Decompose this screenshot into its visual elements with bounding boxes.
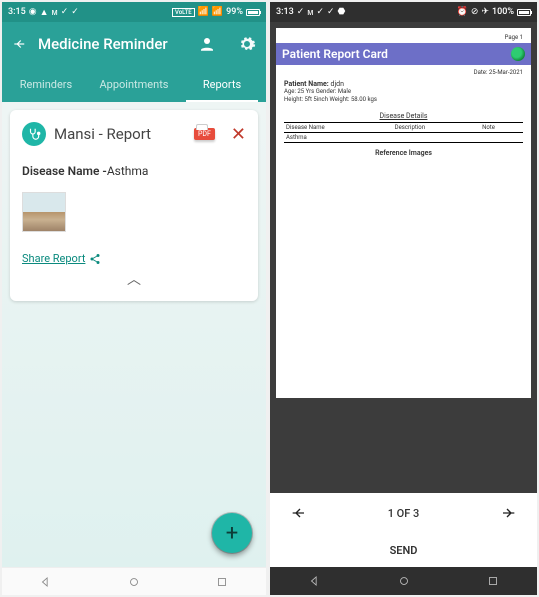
- settings-icon[interactable]: [238, 35, 256, 53]
- location-icon: ⬣: [338, 7, 346, 17]
- stethoscope-icon: [22, 122, 46, 146]
- image-thumbnail[interactable]: [22, 192, 66, 232]
- status-bar-right: 3:13 ✓ ᴍ ✓ ✓ ⬣ ⏰ ⊘ ✈ 100%: [270, 2, 537, 22]
- globe-icon: [511, 47, 525, 61]
- nav-home-icon[interactable]: [127, 575, 141, 589]
- dnd-icon: ⊘: [471, 7, 479, 17]
- nav-bar-left: [2, 567, 266, 595]
- nav-bar-right: [270, 567, 537, 595]
- check-icon: ✓: [327, 7, 335, 17]
- pdf-icon[interactable]: PDF: [194, 128, 215, 140]
- m-icon: ᴍ: [52, 7, 58, 18]
- location-icon: ◉: [29, 7, 37, 17]
- pdf-viewer[interactable]: Page 1 Patient Report Card Date: 25-Mar-…: [270, 22, 537, 493]
- nav-home-icon[interactable]: [397, 574, 411, 588]
- battery-pct: 99%: [226, 7, 243, 17]
- report-date: Date: 25-Mar-2021: [284, 69, 523, 76]
- tab-appointments[interactable]: Appointments: [90, 66, 178, 102]
- tab-bar: Reminders Appointments Reports: [2, 66, 266, 102]
- battery-icon: [517, 9, 531, 16]
- page-indicator: 1 OF 3: [388, 507, 420, 520]
- check-icon: ✓: [297, 7, 305, 17]
- add-button[interactable]: +: [212, 513, 252, 553]
- send-button[interactable]: SEND: [270, 533, 537, 567]
- close-icon[interactable]: ✕: [231, 124, 246, 145]
- report-header: Patient Report Card: [276, 43, 531, 65]
- alarm-icon: ⏰: [457, 7, 468, 17]
- disease-table: Disease NameDescriptionNote Asthma: [284, 122, 523, 143]
- app-title: Medicine Reminder: [38, 35, 186, 53]
- status-bar-left: 3:15 ◉ ▲ ᴍ ✓ ✓ VoLTE 📶 📶 99%: [2, 2, 266, 22]
- tab-reminders[interactable]: Reminders: [2, 66, 90, 102]
- ref-images-title: Reference Images: [284, 149, 523, 157]
- report-card: Mansi - Report PDF ✕ Disease Name -Asthm…: [10, 110, 258, 301]
- status-time: 3:13: [276, 7, 294, 17]
- share-label: Share Report: [22, 252, 85, 265]
- nav-back-icon[interactable]: [39, 575, 53, 589]
- share-icon: [89, 253, 101, 265]
- check-icon: ✓: [71, 7, 79, 17]
- disease-label: Disease Name -: [22, 164, 107, 178]
- collapse-icon[interactable]: ︿: [22, 269, 246, 289]
- check-icon: ✓: [316, 7, 324, 17]
- volte-badge: VoLTE: [172, 8, 195, 17]
- back-icon[interactable]: [12, 37, 26, 51]
- share-report-link[interactable]: Share Report: [22, 252, 246, 265]
- tab-reports[interactable]: Reports: [178, 66, 266, 102]
- patient-info: Age: 25 Yrs Gender: Male Height: 5ft 5in…: [284, 88, 523, 104]
- signal-icon: 📶: [212, 7, 223, 17]
- card-title: Mansi - Report: [54, 125, 186, 143]
- patient-name: Patient Name: djdn: [284, 80, 523, 88]
- app-bar: Medicine Reminder: [2, 22, 266, 66]
- airplane-icon: ✈: [481, 7, 489, 17]
- battery-pct: 100%: [492, 7, 514, 17]
- m-icon: ᴍ: [307, 7, 313, 18]
- status-time: 3:15: [8, 7, 26, 17]
- disease-value: Asthma: [107, 164, 149, 178]
- section-title: Disease Details: [284, 112, 523, 120]
- disease-row: Disease Name -Asthma: [22, 164, 246, 178]
- nav-back-icon[interactable]: [308, 574, 322, 588]
- nav-recent-icon[interactable]: [215, 575, 229, 589]
- pager-bar: 1 OF 3: [270, 493, 537, 533]
- pdf-page: Page 1 Patient Report Card Date: 25-Mar-…: [276, 28, 531, 398]
- profile-icon[interactable]: [198, 35, 216, 53]
- warning-icon: ▲: [40, 7, 49, 18]
- prev-page-icon[interactable]: [290, 505, 306, 521]
- check-icon: ✓: [61, 7, 69, 17]
- signal-icon: 📶: [198, 7, 209, 17]
- next-page-icon[interactable]: [501, 505, 517, 521]
- page-number: Page 1: [284, 34, 523, 41]
- battery-icon: [246, 9, 260, 16]
- nav-recent-icon[interactable]: [486, 574, 500, 588]
